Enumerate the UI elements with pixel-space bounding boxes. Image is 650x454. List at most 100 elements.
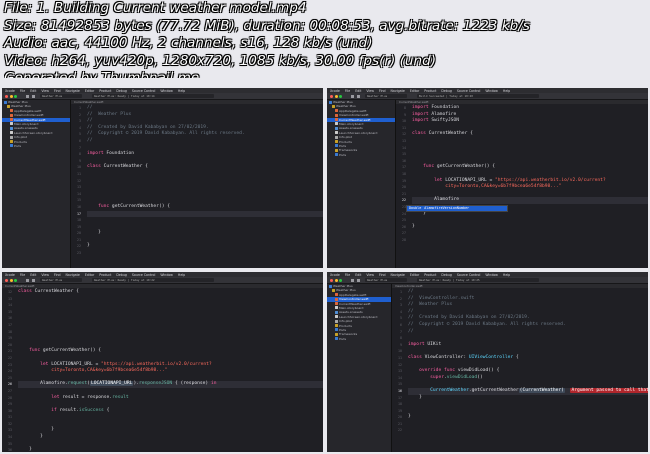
code-line[interactable]: if result.isSuccess {: [18, 408, 323, 415]
code-line[interactable]: }: [408, 395, 648, 402]
menu-item-help[interactable]: Help: [503, 89, 510, 93]
menu-item-file[interactable]: File: [20, 273, 25, 277]
minimize-window-button[interactable]: [334, 94, 338, 98]
code-line[interactable]: // Weather Plus: [87, 112, 323, 119]
menu-item-window[interactable]: Window: [160, 89, 173, 93]
menu-item-edit[interactable]: Edit: [30, 89, 36, 93]
menu-item-xcode[interactable]: Xcode: [5, 273, 15, 277]
code-line[interactable]: [412, 138, 648, 145]
menu-item-view[interactable]: View: [41, 89, 49, 93]
code-line[interactable]: }: [18, 447, 323, 452]
code-line[interactable]: import Foundation: [412, 105, 648, 112]
menu-item-find[interactable]: Find: [379, 89, 386, 93]
code-line[interactable]: override func viewDidLoad() {: [408, 368, 648, 375]
close-window-button[interactable]: [5, 94, 8, 98]
code-line[interactable]: [18, 296, 323, 303]
code-line[interactable]: [87, 178, 323, 185]
zoom-window-button[interactable]: [14, 94, 17, 98]
menu-item-file[interactable]: File: [20, 89, 25, 93]
menu-item-edit[interactable]: Edit: [30, 273, 36, 277]
code-line[interactable]: [87, 184, 323, 191]
error-message[interactable]: Argument passed to call that take...: [570, 387, 648, 393]
code-line[interactable]: }: [18, 434, 323, 441]
code-line[interactable]: [18, 315, 323, 322]
code-editor[interactable]: CurrentWeather.swift 1 2 3 4 5 6 7 8 9 10 11 12 13 14 1…: [71, 100, 323, 268]
code-editor[interactable]: ViewController.swift 1 2 3 4 5 6 7 8 9 10 11 12 13 14 1…: [392, 284, 648, 452]
code-line[interactable]: [18, 388, 323, 395]
zoom-window-button[interactable]: [339, 94, 342, 98]
code-line[interactable]: [87, 237, 323, 244]
code-line[interactable]: [18, 309, 323, 316]
code-line[interactable]: [87, 197, 323, 204]
menu-item-file[interactable]: File: [345, 89, 350, 93]
menu-item-find[interactable]: Find: [54, 89, 61, 93]
code-line[interactable]: import UIKit: [408, 342, 648, 349]
menu-item-editor[interactable]: Editor: [85, 89, 94, 93]
menu-item-help[interactable]: Help: [178, 273, 185, 277]
editor-jump-bar[interactable]: ViewController.swift: [392, 284, 648, 288]
code-line[interactable]: //: [87, 138, 323, 145]
editor-jump-bar[interactable]: CurrentWeather.swift: [71, 100, 323, 104]
code-line[interactable]: [18, 441, 323, 448]
code-line[interactable]: // Copyright © 2019 David Kababyan. All …: [87, 131, 323, 138]
menu-item-debug[interactable]: Debug: [441, 273, 451, 277]
code-line[interactable]: func getCurrentWeather() {: [18, 348, 323, 355]
code-line[interactable]: [408, 401, 648, 408]
menu-item-window[interactable]: Window: [485, 89, 498, 93]
menu-item-navigate[interactable]: Navigate: [391, 89, 405, 93]
source-code[interactable]: import Foundation import Alamofire import …: [412, 105, 648, 268]
code-line[interactable]: [18, 401, 323, 408]
code-line[interactable]: [87, 224, 323, 231]
run-icon[interactable]: [26, 94, 29, 98]
menu-item-editor[interactable]: Editor: [410, 89, 419, 93]
menu-item-navigate[interactable]: Navigate: [66, 89, 80, 93]
menu-item-product[interactable]: Product: [424, 89, 436, 93]
code-line[interactable]: [18, 329, 323, 336]
code-line[interactable]: [412, 145, 648, 152]
code-line[interactable]: super.viewDidLoad(): [408, 375, 648, 382]
project-navigator-item[interactable]: Pods: [327, 337, 391, 341]
menu-item-edit[interactable]: Edit: [355, 273, 361, 277]
scheme-selector[interactable]: Weather Plus: [40, 94, 82, 98]
code-line[interactable]: //: [408, 329, 648, 336]
code-line[interactable]: [18, 335, 323, 342]
code-line[interactable]: func getCurrentWeather() {: [412, 164, 648, 171]
code-line[interactable]: func getCurrentWeather() {: [87, 204, 323, 211]
minimize-window-button[interactable]: [9, 278, 13, 282]
run-icon[interactable]: [351, 94, 354, 98]
editor-jump-bar[interactable]: CurrentWeather.swift: [396, 100, 648, 104]
code-line[interactable]: [412, 230, 648, 237]
menu-item-source-control[interactable]: Source Control: [457, 89, 480, 93]
autocomplete-popup[interactable]: Double AlamofireVersionNumber: [406, 205, 508, 212]
menu-item-find[interactable]: Find: [54, 273, 61, 277]
code-line[interactable]: [18, 302, 323, 309]
menu-item-source-control[interactable]: Source Control: [132, 89, 155, 93]
code-line[interactable]: city=Toronto,CA&key=6b7f9bcea6e54f8b98..…: [412, 184, 648, 191]
code-line[interactable]: import Foundation: [87, 151, 323, 158]
code-line[interactable]: // Weather Plus: [408, 302, 648, 309]
code-line[interactable]: //: [408, 289, 648, 296]
code-line[interactable]: [408, 348, 648, 355]
run-icon[interactable]: [26, 278, 29, 282]
menu-item-edit[interactable]: Edit: [355, 89, 361, 93]
code-line[interactable]: [408, 421, 648, 428]
code-line[interactable]: city=Toronto,CA&key=6b7f9bcea6e54f8b98..…: [18, 368, 323, 375]
menu-item-product[interactable]: Product: [99, 273, 111, 277]
code-line[interactable]: class CurrentWeather {: [18, 289, 323, 296]
code-line[interactable]: }: [18, 427, 323, 434]
menu-item-view[interactable]: View: [41, 273, 49, 277]
code-line[interactable]: let result = response.result: [18, 395, 323, 402]
code-line[interactable]: class ViewController: UIViewController {: [408, 355, 648, 362]
menu-item-debug[interactable]: Debug: [116, 273, 126, 277]
menu-item-editor[interactable]: Editor: [85, 273, 94, 277]
code-line[interactable]: [18, 322, 323, 329]
menu-item-xcode[interactable]: Xcode: [330, 89, 340, 93]
code-line[interactable]: import SwiftyJSON: [412, 118, 648, 125]
code-line[interactable]: [412, 171, 648, 178]
menu-item-debug[interactable]: Debug: [116, 89, 126, 93]
minimize-window-button[interactable]: [9, 94, 13, 98]
code-editor[interactable]: CurrentWeather.swift 8 9 10 11 12 13 14 15 16 17 18…: [396, 100, 648, 268]
code-line[interactable]: [18, 421, 323, 428]
minimize-window-button[interactable]: [334, 278, 338, 282]
project-navigator-item[interactable]: Pods: [327, 153, 395, 157]
